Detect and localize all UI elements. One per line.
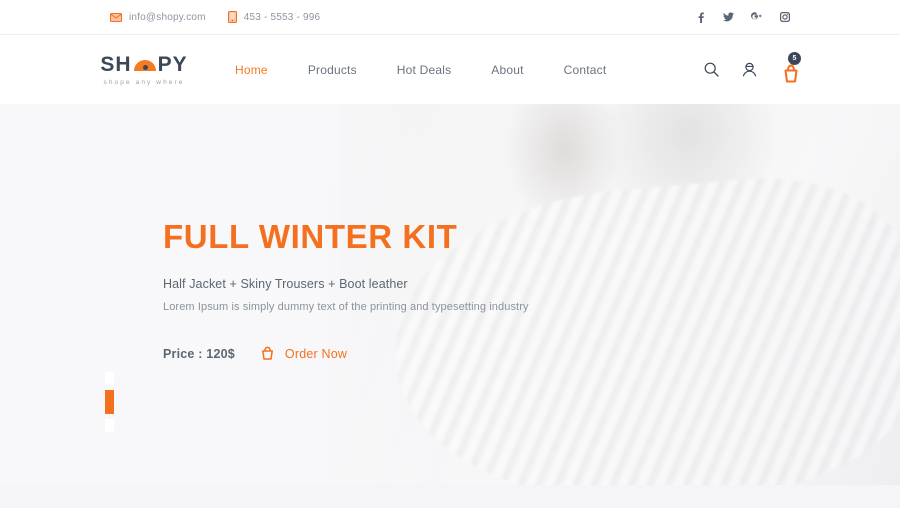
email-contact[interactable]: info@shopy.com <box>110 12 206 23</box>
hero-description: Lorem Ipsum is simply dummy text of the … <box>163 301 529 313</box>
page-bottom-strip <box>0 485 900 508</box>
slider-dot-3[interactable] <box>105 419 114 432</box>
shopping-basket-icon[interactable]: 5 <box>780 52 802 83</box>
logo-tagline: shope any where <box>103 78 185 86</box>
hero-cta-row: Price : 120$ Order Now <box>163 346 900 361</box>
logo-wordmark: SH PY <box>98 54 190 75</box>
nav-item-home[interactable]: Home <box>215 63 288 77</box>
top-bar-contact-group: info@shopy.com 453 - 5553 - 996 <box>110 11 320 23</box>
social-links <box>695 0 790 34</box>
envelope-icon <box>110 12 122 22</box>
header-action-icons: 5 <box>704 35 802 104</box>
slider-dot-1[interactable] <box>105 372 114 385</box>
twitter-icon[interactable] <box>723 12 734 23</box>
order-now-button[interactable]: Order Now <box>259 346 347 361</box>
logo-text-right: PY <box>157 52 188 76</box>
instagram-icon[interactable] <box>779 12 790 23</box>
nav-item-contact[interactable]: Contact <box>544 63 627 77</box>
top-bar: info@shopy.com 453 - 5553 - 996 <box>0 0 900 35</box>
phone-text: 453 - 5553 - 996 <box>243 11 321 23</box>
user-account-icon[interactable] <box>741 62 758 77</box>
slider-dot-2[interactable] <box>105 390 114 414</box>
order-now-label: Order Now <box>284 346 348 361</box>
search-icon[interactable] <box>704 62 719 77</box>
hero-price: Price : 120$ <box>163 346 235 361</box>
phone-contact[interactable]: 453 - 5553 - 996 <box>227 11 321 23</box>
hero-content: FULL WINTER KIT Half Jacket + Skiny Trou… <box>0 104 900 361</box>
shopping-arch-icon <box>133 57 156 71</box>
hero-title: FULL WINTER KIT <box>163 218 458 255</box>
hero-slider: FULL WINTER KIT Half Jacket + Skiny Trou… <box>0 104 900 485</box>
nav-item-products[interactable]: Products <box>288 63 377 77</box>
facebook-icon[interactable] <box>695 12 706 23</box>
cart-count-badge: 5 <box>788 52 801 65</box>
mobile-phone-icon <box>227 11 237 23</box>
hero-subtitle: Half Jacket + Skiny Trousers + Boot leat… <box>163 277 408 291</box>
email-text: info@shopy.com <box>129 11 206 23</box>
site-header: SH PY shope any where Home Products Hot … <box>0 35 900 104</box>
logo-text-left: SH <box>100 52 132 76</box>
nav-item-hot-deals[interactable]: Hot Deals <box>377 63 472 77</box>
logo[interactable]: SH PY shope any where <box>98 54 190 86</box>
nav-item-about[interactable]: About <box>471 63 543 77</box>
main-navigation: Home Products Hot Deals About Contact <box>215 63 626 77</box>
basket-outline-icon <box>259 346 276 361</box>
slider-pagination <box>105 372 114 432</box>
google-plus-icon[interactable] <box>751 12 762 23</box>
